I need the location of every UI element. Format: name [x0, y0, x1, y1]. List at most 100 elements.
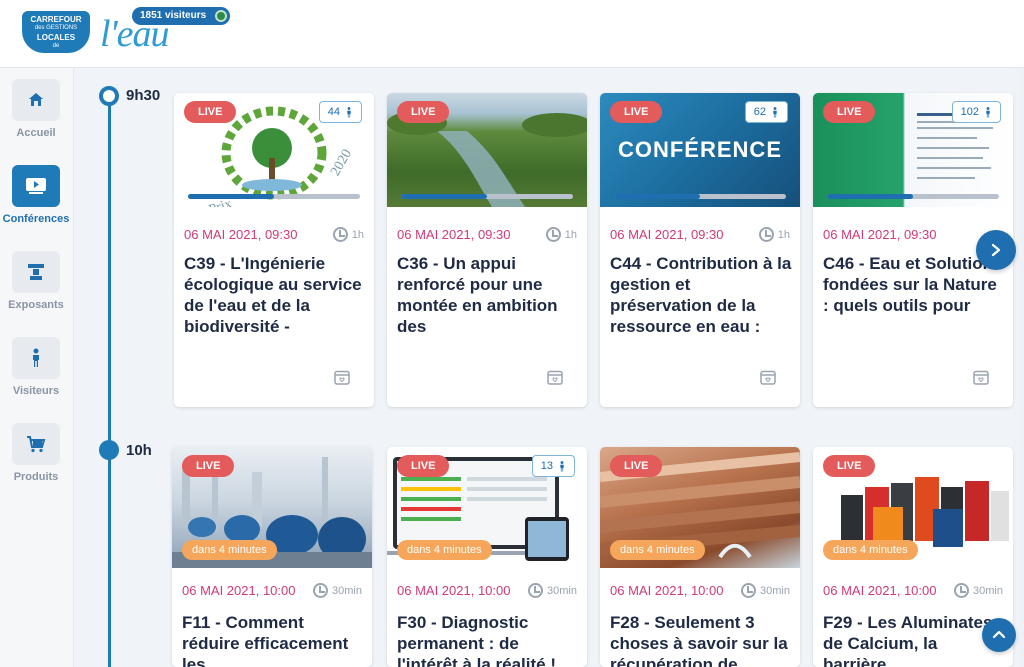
clock-icon — [954, 583, 970, 598]
clock-icon — [545, 227, 561, 242]
session-date: 06 MAI 2021, 09:30 — [610, 227, 724, 242]
session-duration: 1h — [332, 227, 364, 242]
session-title: C46 - Eau et Solutions fondées sur la Na… — [823, 254, 1003, 315]
live-badge: LIVE — [397, 455, 450, 477]
visitors-count: 1851 visiteurs — [140, 10, 207, 21]
conference-card[interactable]: LIVE dans 4 minutes 06 MAI 2021, 10:00 3… — [172, 447, 372, 667]
sidebar: Accueil Conférences Exposants Visiteurs … — [0, 68, 74, 667]
session-date: 06 MAI 2021, 10:00 — [397, 583, 511, 598]
live-badge: LIVE — [610, 101, 663, 123]
starts-soon-badge: dans 4 minutes — [397, 540, 492, 560]
duration-label: 30min — [760, 584, 790, 597]
conference-card[interactable]: LIVE dans 4 minutes 06 MAI 2021, 10:00 3… — [600, 447, 800, 667]
sidebar-label-exposants: Exposants — [8, 299, 64, 311]
slot-time-1: 9h30 — [126, 87, 161, 104]
sidebar-item-accueil[interactable]: Accueil — [0, 79, 72, 139]
session-title: C39 - L'Ingénierie écologique au service… — [184, 254, 362, 336]
conference-card[interactable]: LIVE 06 MAI 2021, 09:30 1h C36 - Un appu… — [387, 93, 587, 407]
live-badge: LIVE — [823, 101, 876, 123]
logo-line-1: CARREFOUR — [30, 15, 82, 24]
visitors-counter: 1851 visiteurs — [132, 7, 231, 25]
person-icon — [773, 106, 777, 118]
timeline-line — [108, 92, 111, 667]
sidebar-item-produits[interactable]: Produits — [0, 423, 72, 483]
duration-label: 30min — [547, 584, 577, 597]
viewer-count-badge: 13 — [531, 455, 575, 477]
video-icon — [12, 165, 60, 207]
person-icon — [560, 460, 564, 472]
duration-label: 1h — [351, 228, 364, 241]
conference-card[interactable]: CONFÉRENCE LIVE 62 06 MAI 2021, 09:30 1h… — [600, 93, 800, 407]
clock-icon — [332, 227, 348, 242]
live-badge: LIVE — [182, 455, 235, 477]
add-to-calendar-icon[interactable] — [547, 369, 563, 385]
add-to-calendar-icon[interactable] — [760, 369, 776, 385]
conference-thumbnail: CONFÉRENCE LIVE 62 — [600, 93, 800, 207]
starts-soon-badge: dans 4 minutes — [823, 540, 918, 560]
live-progress-fill — [401, 194, 487, 199]
starts-soon-badge: dans 4 minutes — [610, 540, 705, 560]
duration-label: 1h — [564, 228, 577, 241]
session-date: 06 MAI 2021, 09:30 — [823, 227, 937, 242]
viewer-count-badge: 102 — [951, 101, 1001, 123]
conference-card[interactable]: Prix 2020 LIVE 44 06 MAI 2021, 09:30 1h … — [174, 93, 374, 407]
person-icon — [347, 106, 351, 118]
sidebar-item-exposants[interactable]: Exposants — [0, 251, 72, 311]
carousel-next-button[interactable] — [976, 230, 1016, 270]
add-to-calendar-icon[interactable] — [334, 369, 350, 385]
chevron-right-icon — [991, 243, 1001, 257]
app-header: CARREFOUR des GESTIONS LOCALES de l'eau … — [0, 0, 1024, 68]
session-duration: 30min — [528, 583, 577, 598]
home-icon — [12, 79, 60, 121]
person-icon — [12, 337, 60, 379]
viewer-count: 44 — [327, 106, 340, 118]
clock-icon — [758, 227, 774, 242]
live-badge: LIVE — [397, 101, 450, 123]
conference-card[interactable]: LIVE 13 dans 4 minutes 06 MAI 2021, 10:0… — [387, 447, 587, 667]
clock-icon — [313, 583, 329, 598]
session-date: 06 MAI 2021, 09:30 — [397, 227, 511, 242]
session-duration: 30min — [741, 583, 790, 598]
sidebar-label-conferences: Conférences — [2, 213, 70, 225]
session-title: F30 - Diagnostic permanent : de l'intérê… — [397, 613, 556, 667]
live-progress-fill — [614, 194, 700, 199]
logo-badge[interactable]: CARREFOUR des GESTIONS LOCALES de — [22, 11, 90, 53]
person-icon — [986, 106, 990, 118]
scroll-fade — [1012, 68, 1024, 667]
sidebar-label-accueil: Accueil — [16, 127, 56, 139]
sidebar-item-conferences[interactable]: Conférences — [0, 165, 72, 225]
session-date: 06 MAI 2021, 10:00 — [610, 583, 724, 598]
live-progress-fill — [188, 194, 274, 199]
live-badge: LIVE — [610, 455, 663, 477]
thumbnail-title: CONFÉRENCE — [617, 137, 782, 162]
conference-thumbnail: LIVE — [387, 93, 587, 207]
logo-line-3: LOCALES — [36, 33, 76, 42]
svg-text:2020: 2020 — [328, 147, 355, 179]
live-badge: LIVE — [184, 101, 237, 123]
duration-label: 30min — [332, 584, 362, 597]
live-progress-bar — [827, 194, 999, 199]
sidebar-label-produits: Produits — [13, 471, 59, 483]
duration-label: 30min — [973, 584, 1003, 597]
timeline-marker-current — [99, 86, 119, 106]
session-duration: 30min — [954, 583, 1003, 598]
chevron-up-icon — [992, 630, 1006, 639]
live-progress-bar — [401, 194, 573, 199]
session-title: C44 - Contribution à la gestion et prése… — [610, 254, 792, 336]
session-duration: 30min — [313, 583, 362, 598]
sidebar-item-visiteurs[interactable]: Visiteurs — [0, 337, 72, 397]
duration-label: 1h — [777, 228, 790, 241]
scroll-to-top-button[interactable] — [982, 618, 1016, 652]
starts-soon-badge: dans 4 minutes — [182, 540, 277, 560]
cart-icon — [12, 423, 60, 465]
live-badge: LIVE — [823, 455, 876, 477]
session-duration: 1h — [545, 227, 577, 242]
conference-thumbnail: LIVE dans 4 minutes — [172, 447, 372, 568]
clock-icon — [528, 583, 544, 598]
viewer-count: 62 — [753, 106, 766, 118]
session-title: F29 - Les Aluminates de Calcium, la barr… — [823, 613, 993, 667]
online-status-icon — [215, 10, 228, 22]
conference-thumbnail: LIVE dans 4 minutes — [813, 447, 1013, 568]
conference-thumbnail: LIVE dans 4 minutes — [600, 447, 800, 568]
add-to-calendar-icon[interactable] — [973, 369, 989, 385]
